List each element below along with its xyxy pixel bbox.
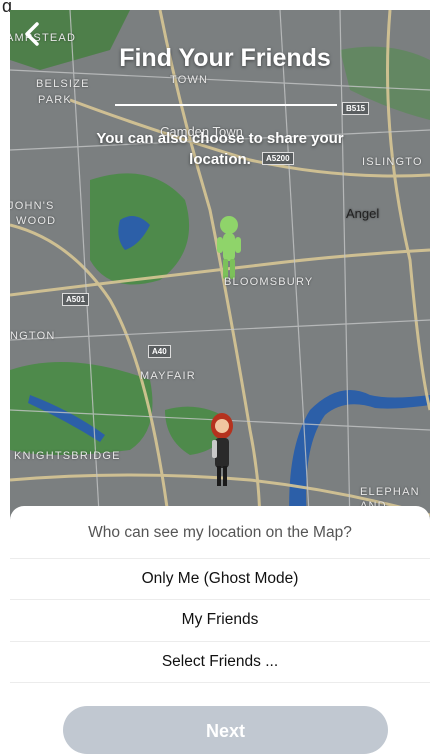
option-select-friends[interactable]: Select Friends ... xyxy=(10,641,430,683)
page-title: Find Your Friends xyxy=(60,44,390,73)
chevron-left-icon[interactable] xyxy=(22,20,50,48)
option-ghost-mode[interactable]: Only Me (Ghost Mode) xyxy=(10,558,430,599)
next-button[interactable]: Next xyxy=(63,706,388,754)
road-badge-b515: B515 xyxy=(342,102,369,115)
map-view[interactable]: AMPSTEAD BELSIZE PARK TOWN Camden Town I… xyxy=(10,10,430,530)
map-label-elephant: ELEPHAN xyxy=(360,486,420,498)
street-2 xyxy=(10,320,430,340)
road-badge-a501: A501 xyxy=(62,293,89,306)
map-label-angel: Angel xyxy=(346,206,379,221)
map-label-town: TOWN xyxy=(170,74,208,86)
title-divider xyxy=(115,104,337,106)
road-badge-a40: A40 xyxy=(148,345,171,358)
map-label-belsize: BELSIZE xyxy=(36,78,90,90)
map-label-knightsbridge: KNIGHTSBRIDGE xyxy=(14,450,121,462)
map-label-park: PARK xyxy=(38,94,72,106)
page-subtitle: You can also choose to share your locati… xyxy=(70,128,370,170)
option-my-friends[interactable]: My Friends xyxy=(10,599,430,640)
map-label-islington: ISLINGTO xyxy=(362,156,423,168)
map-label-wood: WOOD xyxy=(16,215,56,227)
location-sharing-sheet: Who can see my location on the Map? Only… xyxy=(10,506,430,751)
map-label-mayfair: MAYFAIR xyxy=(140,370,196,382)
map-label-johns: JOHN'S xyxy=(10,200,55,212)
sheet-question: Who can see my location on the Map? xyxy=(10,524,430,542)
map-label-bloomsbury: BLOOMSBURY xyxy=(224,276,313,288)
map-label-ngton: NGTON xyxy=(10,330,56,342)
park-hyde xyxy=(10,362,153,455)
street-6 xyxy=(340,10,350,530)
user-bitmoji xyxy=(211,413,233,486)
